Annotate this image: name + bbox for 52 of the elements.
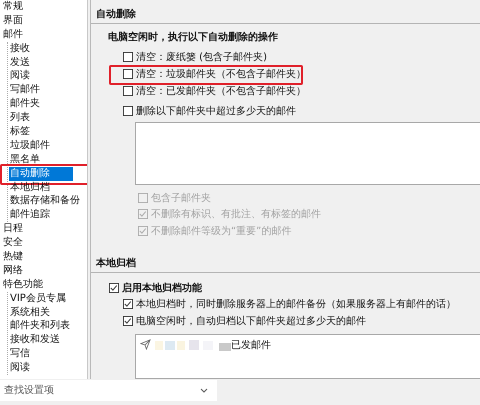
checkbox-label: 清空：已发邮件夹（不包含子邮件夹） bbox=[136, 84, 306, 98]
folder-name: 已发邮件 bbox=[231, 338, 271, 352]
checkbox-label: 删除以下邮件夹中超过多少天的邮件 bbox=[136, 104, 296, 118]
sidebar-item[interactable]: 网络 bbox=[1, 264, 25, 278]
checkbox[interactable] bbox=[123, 86, 133, 96]
sidebar-item[interactable]: 自动删除 bbox=[9, 166, 73, 181]
sidebar-item[interactable]: 接收和发送 bbox=[9, 333, 61, 348]
sidebar-item[interactable]: 本地归档 bbox=[9, 180, 51, 195]
checkbox-label: 包含子邮件夹 bbox=[151, 192, 211, 205]
checkbox[interactable] bbox=[123, 299, 133, 310]
section-title: 自动删除 bbox=[95, 8, 137, 22]
sidebar-item[interactable]: 常规 bbox=[1, 0, 25, 14]
checkbox-label: 清空：垃圾邮件夹（不包含子邮件夹） bbox=[136, 68, 306, 82]
sidebar-item[interactable]: 系统相关 bbox=[9, 306, 51, 320]
checkbox[interactable] bbox=[123, 69, 133, 80]
chevron-down-icon bbox=[200, 388, 208, 393]
sidebar-item[interactable]: 特色功能 bbox=[1, 278, 45, 292]
sidebar-item[interactable]: 发送 bbox=[9, 56, 31, 70]
section-title: 本地归档 bbox=[94, 257, 137, 272]
sidebar-item[interactable]: 垃圾邮件 bbox=[9, 138, 51, 153]
sidebar-item[interactable]: 热键 bbox=[1, 250, 25, 264]
search-field[interactable]: 查找设置项 bbox=[0, 380, 217, 401]
checkbox-label: 不删除邮件等级为“重要”的邮件 bbox=[151, 224, 292, 238]
sidebar-item[interactable]: 写信 bbox=[9, 347, 31, 362]
checkbox-label: 不删除有标识、有批注、有标签的邮件 bbox=[151, 208, 321, 222]
sidebar-item[interactable]: 日程 bbox=[1, 222, 25, 236]
sidebar-item[interactable]: 界面 bbox=[1, 14, 25, 28]
section-subtitle: 电脑空闲时，执行以下自动删除的操作 bbox=[107, 30, 279, 44]
checkbox-label: 清空：废纸篓 (包含子邮件夹) bbox=[136, 50, 267, 64]
checkbox[interactable] bbox=[123, 106, 133, 116]
checkbox-label: 本地归档时，同时删除服务器上的邮件备份（如果服务器上有邮件的话） bbox=[136, 298, 456, 312]
sidebar-item[interactable]: 数据存储和备份 bbox=[9, 194, 81, 208]
checkbox[interactable] bbox=[109, 282, 119, 293]
checkbox[interactable] bbox=[123, 316, 133, 326]
checkbox-label: 启用本地归档功能 bbox=[122, 281, 202, 295]
sidebar-item[interactable]: 邮件夹和列表 bbox=[9, 319, 71, 334]
sidebar-item[interactable]: 邮件追踪 bbox=[9, 208, 51, 222]
sidebar-item[interactable]: 阅读 bbox=[9, 361, 31, 376]
folder-list[interactable]: 已发邮件 bbox=[135, 334, 480, 379]
checkbox-label: 电脑空闲时，自动归档以下邮件夹超过多少天的邮件 bbox=[136, 314, 366, 328]
sidebar-item[interactable]: 列表 bbox=[9, 111, 31, 126]
sidebar-item[interactable]: 接收 bbox=[9, 42, 31, 56]
sidebar-item[interactable]: 黑名单 bbox=[9, 152, 41, 167]
sidebar-item[interactable]: 安全 bbox=[1, 236, 25, 250]
sidebar-item[interactable]: VIP会员专属 bbox=[9, 292, 67, 306]
paper-plane-icon bbox=[140, 339, 151, 350]
sidebar-item[interactable]: 邮件夹 bbox=[9, 97, 41, 112]
sidebar-item[interactable]: 邮件 bbox=[1, 28, 25, 42]
sidebar-item[interactable]: 写邮件 bbox=[9, 83, 41, 98]
sidebar-item[interactable]: 标签 bbox=[9, 125, 31, 140]
sidebar-item[interactable]: 阅读 bbox=[9, 69, 31, 84]
checkbox[interactable] bbox=[123, 52, 133, 62]
